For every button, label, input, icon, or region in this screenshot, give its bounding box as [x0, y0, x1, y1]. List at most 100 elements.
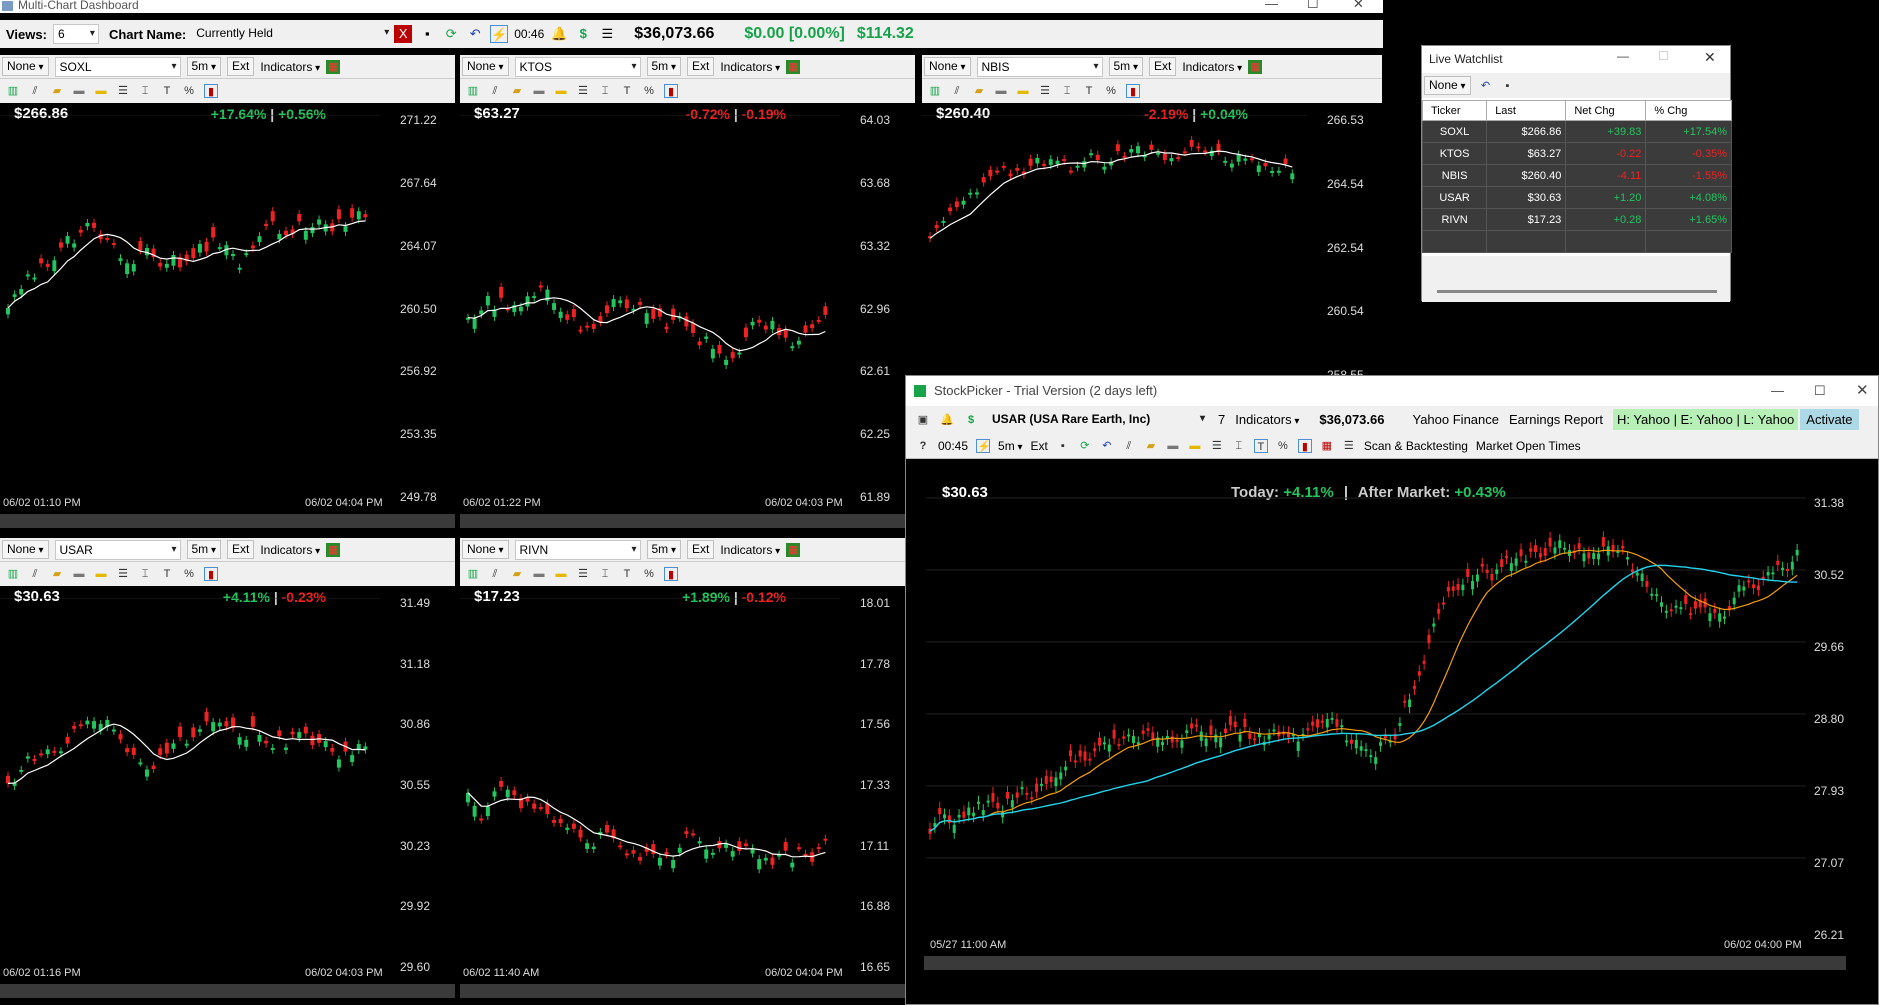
panel-candle-icon[interactable]: ▮	[664, 84, 678, 98]
panel-ext-button[interactable]: Ext	[226, 57, 255, 76]
watchlist-minimize-icon[interactable]: —	[1617, 49, 1629, 63]
sp-refresh-icon[interactable]: ⟳	[1078, 439, 1092, 453]
delete-chart-icon[interactable]: X	[394, 25, 413, 43]
panel-gray-line-icon[interactable]: ▬	[994, 84, 1008, 98]
panel-yellow-line-icon[interactable]: ▬	[554, 84, 568, 98]
panel-chart-icon[interactable]: ▦	[326, 59, 341, 74]
panel-hlines-icon[interactable]: ☰	[1038, 84, 1052, 98]
sp-help-icon[interactable]: ?	[916, 439, 930, 453]
watchlist-row[interactable]: KTOS $63.27 -0.22 -0.35%	[1421, 142, 1732, 165]
sp-yahoo-finance-link[interactable]: Yahoo Finance	[1413, 412, 1500, 427]
sp-gray-line-icon[interactable]: ▬	[1166, 439, 1180, 453]
panel-gray-line-icon[interactable]: ▬	[532, 567, 546, 581]
watchlist-header[interactable]: Last	[1486, 100, 1567, 121]
panel-trendline-icon[interactable]: ⫽	[488, 567, 502, 581]
sp-fib-icon[interactable]: ⌶	[1232, 439, 1246, 453]
watchlist-undo-icon[interactable]: ↶	[1479, 79, 1493, 93]
sp-yellow-line-icon[interactable]: ▬	[1188, 439, 1202, 453]
panel-yellow-line-icon[interactable]: ▬	[94, 567, 108, 581]
panel-trendline-icon[interactable]: ⫽	[950, 84, 964, 98]
panel-chart-type-icon[interactable]: ▥	[466, 84, 480, 98]
panel-gray-line-icon[interactable]: ▬	[72, 567, 86, 581]
panel-highlighter-icon[interactable]: ▰	[50, 84, 64, 98]
panel-indicators-button[interactable]: Indicators	[260, 60, 320, 74]
save-icon[interactable]: ▪	[418, 25, 436, 43]
sp-percent-icon[interactable]: %	[1276, 439, 1290, 453]
sp-activate-button[interactable]: Activate	[1800, 409, 1859, 430]
panel-text-icon[interactable]: T	[160, 84, 174, 98]
panel-indicators-button[interactable]: Indicators	[720, 543, 780, 557]
panel-candle-chart[interactable]	[460, 598, 855, 972]
panel-ticker-input[interactable]: USAR	[54, 539, 181, 560]
sp-minimize-icon[interactable]: —	[1771, 376, 1784, 406]
minimize-icon[interactable]: —	[1265, 0, 1278, 10]
panel-none-select[interactable]: None	[462, 57, 509, 76]
panel-fib-icon[interactable]: ⌶	[138, 84, 152, 98]
panel-ticker-input[interactable]: NBIS	[976, 56, 1103, 77]
panel-percent-icon[interactable]: %	[642, 567, 656, 581]
sp-maximize-icon[interactable]: ☐	[1814, 376, 1826, 406]
panel-ticker-input[interactable]: KTOS	[514, 56, 641, 77]
panel-scrollbar[interactable]	[0, 984, 455, 998]
panel-interval-select[interactable]: 5m	[1108, 57, 1143, 76]
panel-fib-icon[interactable]: ⌶	[598, 84, 612, 98]
watchlist-close-icon[interactable]: ✕	[1704, 49, 1716, 66]
panel-ext-button[interactable]: Ext	[686, 540, 715, 559]
panel-chart-type-icon[interactable]: ▥	[6, 84, 20, 98]
panel-trendline-icon[interactable]: ⫽	[28, 84, 42, 98]
panel-scrollbar[interactable]	[460, 984, 915, 998]
panel-indicators-button[interactable]: Indicators	[720, 60, 780, 74]
sp-earnings-report-link[interactable]: Earnings Report	[1509, 412, 1603, 427]
close-icon[interactable]: ✕	[1353, 0, 1364, 10]
sp-lightning-icon[interactable]: ⚡	[976, 438, 991, 453]
watchlist-row[interactable]: NBIS $260.40 -4.11 -1.55%	[1421, 164, 1732, 187]
panel-highlighter-icon[interactable]: ▰	[510, 84, 524, 98]
watchlist-row[interactable]: RIVN $17.23 +0.28 +1.65%	[1421, 208, 1732, 231]
panel-candle-chart[interactable]	[460, 115, 855, 502]
sp-source-badge[interactable]: H: Yahoo | E: Yahoo | L: Yahoo	[1612, 409, 1799, 430]
panel-text-icon[interactable]: T	[1082, 84, 1096, 98]
panel-ext-button[interactable]: Ext	[226, 540, 255, 559]
panel-hlines-icon[interactable]: ☰	[116, 84, 130, 98]
watchlist-none-select[interactable]: None	[1424, 76, 1471, 95]
maximize-icon[interactable]: ☐	[1307, 0, 1319, 10]
watchlist-row[interactable]: SOXL $266.86 +39.83 +17.54%	[1421, 120, 1732, 143]
undo-icon[interactable]: ↶	[466, 25, 484, 43]
sp-highlighter-icon[interactable]: ▰	[1144, 439, 1158, 453]
panel-chart-type-icon[interactable]: ▥	[466, 567, 480, 581]
dollar-icon[interactable]: $	[574, 25, 592, 43]
panel-text-icon[interactable]: T	[160, 567, 174, 581]
sp-close-icon[interactable]: ✕	[1856, 376, 1869, 406]
bell-icon[interactable]: 🔔	[550, 25, 568, 43]
panel-percent-icon[interactable]: %	[182, 84, 196, 98]
panel-none-select[interactable]: None	[2, 57, 49, 76]
sp-chart[interactable]	[926, 476, 1826, 916]
panel-none-select[interactable]: None	[924, 57, 971, 76]
sp-text-icon[interactable]: T	[1253, 438, 1268, 453]
panel-percent-icon[interactable]: %	[182, 567, 196, 581]
panel-ext-button[interactable]: Ext	[686, 57, 715, 76]
panel-gray-line-icon[interactable]: ▬	[72, 84, 86, 98]
panel-chart-type-icon[interactable]: ▥	[928, 84, 942, 98]
panel-fib-icon[interactable]: ⌶	[1060, 84, 1074, 98]
panel-fib-icon[interactable]: ⌶	[138, 567, 152, 581]
views-select[interactable]: 6	[52, 24, 99, 44]
panel-candle-icon[interactable]: ▮	[204, 567, 218, 581]
panel-yellow-line-icon[interactable]: ▬	[1016, 84, 1030, 98]
panel-ticker-input[interactable]: RIVN	[514, 539, 641, 560]
watchlist-row[interactable]: USAR $30.63 +1.20 +4.08%	[1421, 186, 1732, 209]
panel-candle-chart[interactable]	[922, 115, 1322, 375]
sp-undo-icon[interactable]: ↶	[1100, 439, 1114, 453]
panel-hlines-icon[interactable]: ☰	[576, 84, 590, 98]
sp-chart-icon[interactable]: ▦	[1320, 439, 1334, 453]
panel-candle-icon[interactable]: ▮	[664, 567, 678, 581]
panel-interval-select[interactable]: 5m	[186, 540, 221, 559]
sp-candle-icon[interactable]: ▮	[1297, 438, 1312, 453]
panel-scrollbar[interactable]	[460, 514, 915, 528]
watchlist-scrollbar[interactable]	[1437, 290, 1717, 293]
panel-highlighter-icon[interactable]: ▰	[510, 567, 524, 581]
panel-candle-chart[interactable]	[0, 598, 395, 972]
panel-hlines-icon[interactable]: ☰	[116, 567, 130, 581]
panel-ext-button[interactable]: Ext	[1148, 57, 1177, 76]
panel-candle-icon[interactable]: ▮	[204, 84, 218, 98]
